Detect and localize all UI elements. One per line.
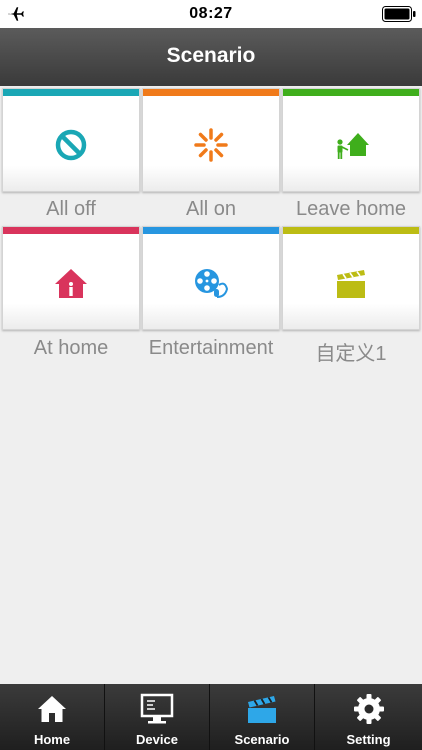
- tile-color-bar: [143, 227, 279, 234]
- battery-icon: [382, 6, 416, 22]
- clapperboard-icon: [248, 696, 276, 723]
- scenario-tile-entertainment[interactable]: [142, 226, 280, 330]
- tile-color-bar: [283, 227, 419, 234]
- status-bar: 08:27: [0, 0, 422, 28]
- scenario-tile-at-home[interactable]: [2, 226, 140, 330]
- tile-color-bar: [143, 89, 279, 96]
- scenario-label: Entertainment: [148, 337, 274, 359]
- tab-label: Scenario: [234, 732, 290, 747]
- tab-scenario[interactable]: Scenario: [210, 684, 315, 750]
- home-icon: [55, 269, 87, 298]
- scenario-tile-all-on[interactable]: [142, 88, 280, 192]
- film-reel-icon: [195, 269, 229, 298]
- tab-device[interactable]: Device: [105, 684, 210, 750]
- leave-home-icon: [337, 133, 369, 159]
- tile-color-bar: [3, 89, 139, 96]
- tab-label: Setting: [346, 732, 391, 747]
- monitor-icon: [140, 693, 174, 724]
- scenario-label: All on: [185, 198, 237, 220]
- nav-bar: Scenario: [0, 28, 422, 86]
- scenario-tile-all-off[interactable]: [2, 88, 140, 192]
- scenario-label: Leave home: [295, 198, 407, 220]
- page-title: Scenario: [166, 44, 256, 67]
- clapperboard-icon: [337, 270, 365, 298]
- scenario-label: At home: [33, 337, 109, 359]
- gear-icon: [353, 694, 384, 724]
- scenario-label: All off: [46, 198, 96, 220]
- tile-color-bar: [3, 227, 139, 234]
- tab-home[interactable]: Home: [0, 684, 105, 750]
- scenario-label: 自定义1: [315, 343, 387, 365]
- status-time: 08:27: [189, 5, 233, 22]
- block-icon: [55, 129, 87, 161]
- tab-setting[interactable]: Setting: [315, 684, 422, 750]
- home-icon: [38, 696, 66, 722]
- scenario-tile-custom-1[interactable]: [282, 226, 420, 330]
- sparkle-icon: [194, 128, 228, 162]
- tile-color-bar: [283, 89, 419, 96]
- tab-bar: Home Device Scenario Setting: [0, 684, 422, 750]
- scenario-tile-leave-home[interactable]: [282, 88, 420, 192]
- tab-label: Device: [136, 732, 178, 747]
- tab-label: Home: [33, 732, 71, 747]
